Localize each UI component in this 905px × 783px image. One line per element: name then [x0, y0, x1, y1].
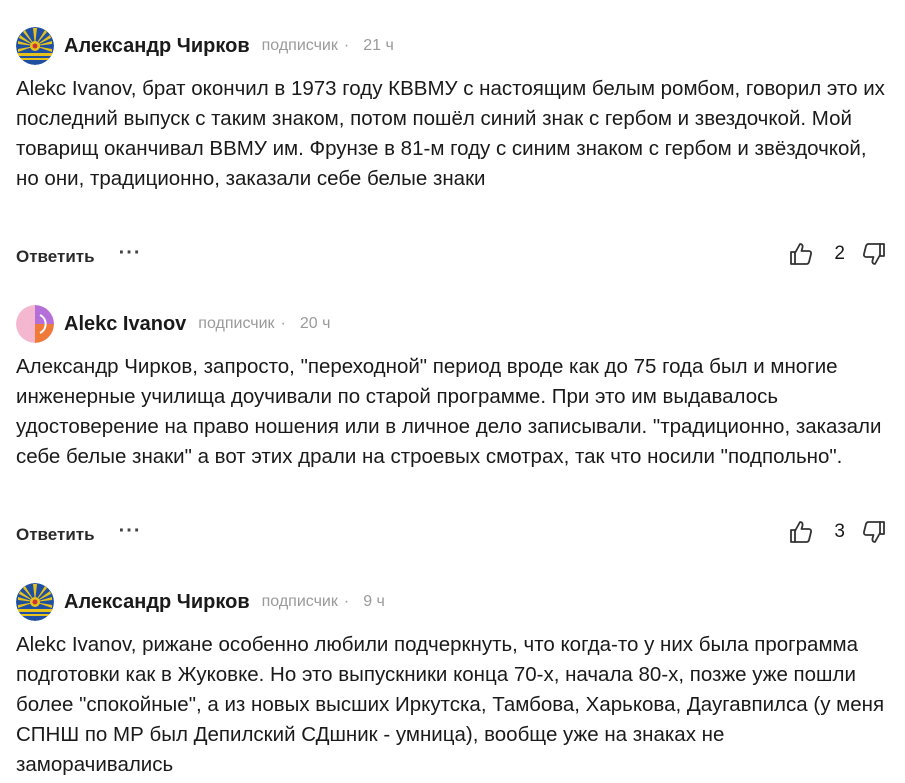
like-icon[interactable]: [786, 517, 816, 547]
more-options-button[interactable]: ···: [119, 243, 142, 263]
comment-header: Alekc Ivanov подписчик · 20 ч: [16, 304, 330, 344]
reply-button[interactable]: Ответить: [16, 525, 95, 545]
vote-controls: 3: [786, 514, 889, 550]
comment-text: Александр Чирков, запросто, "переходной"…: [16, 355, 882, 468]
emblem-avatar-icon[interactable]: [16, 583, 54, 621]
timestamp: 21 ч: [363, 37, 394, 54]
timestamp: 9 ч: [363, 593, 385, 610]
vote-controls: 2: [786, 236, 889, 272]
subscriber-label: подписчик: [261, 37, 338, 54]
comment-header: Александр Чирков подписчик · 21 ч: [16, 26, 394, 66]
like-count: 3: [834, 521, 845, 542]
comment-actions: Ответить ···: [16, 242, 142, 272]
subscriber-label: подписчик: [261, 593, 338, 610]
comment-header: Александр Чирков подписчик · 9 ч: [16, 582, 385, 622]
comment-actions: Ответить ···: [16, 520, 142, 550]
dislike-icon[interactable]: [859, 517, 889, 547]
more-options-button[interactable]: ···: [119, 521, 142, 541]
separator-dot: ·: [280, 315, 286, 332]
comment-text: Alekc Ivanov, брат окончил в 1973 году К…: [16, 77, 885, 190]
reply-button[interactable]: Ответить: [16, 247, 95, 267]
separator-dot: ·: [343, 593, 350, 610]
like-icon[interactable]: [786, 239, 816, 269]
comment-text: Alekc Ivanov, рижане особенно любили под…: [16, 633, 885, 776]
like-count: 2: [834, 243, 845, 264]
author-name[interactable]: Александр Чирков: [64, 35, 250, 58]
author-name[interactable]: Alekc Ivanov: [64, 313, 186, 336]
emblem-avatar-icon[interactable]: [16, 27, 54, 65]
gradient-avatar-icon[interactable]: [16, 305, 54, 343]
timestamp: 20 ч: [299, 315, 331, 332]
dislike-icon[interactable]: [859, 239, 889, 269]
author-name[interactable]: Александр Чирков: [64, 591, 250, 614]
separator-dot: ·: [343, 37, 350, 54]
subscriber-label: подписчик: [198, 315, 275, 332]
